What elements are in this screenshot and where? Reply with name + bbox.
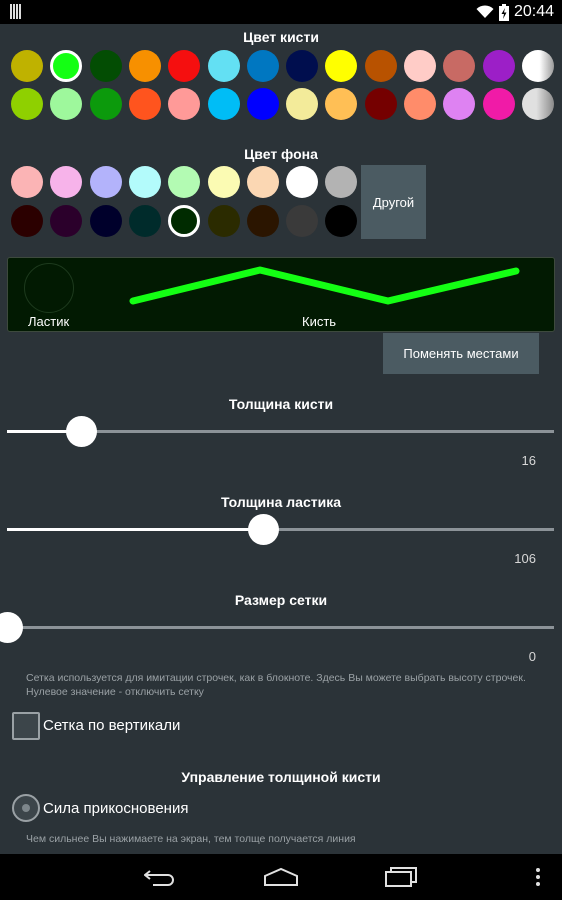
- back-button[interactable]: [131, 860, 191, 894]
- brush-color-swatch[interactable]: [207, 88, 240, 120]
- background-color-swatch[interactable]: [168, 205, 201, 237]
- home-button[interactable]: [251, 860, 311, 894]
- background-color-swatch[interactable]: [89, 166, 122, 198]
- brush-color-swatch[interactable]: [325, 50, 358, 82]
- brush-color-swatch[interactable]: [286, 50, 319, 82]
- battery-charging-icon: [498, 3, 509, 21]
- brush-color-swatch[interactable]: [11, 88, 43, 120]
- navigation-bar: [0, 854, 562, 900]
- brush-color-swatch[interactable]: [364, 50, 397, 82]
- brush-color-swatch[interactable]: [89, 50, 122, 82]
- vertical-grid-checkbox[interactable]: [12, 712, 40, 740]
- brush-color-swatch[interactable]: [521, 88, 554, 120]
- brush-color-title: Цвет кисти: [243, 29, 319, 45]
- background-color-swatch[interactable]: [325, 166, 358, 198]
- grid-size-hint: Сетка используется для имитации строчек,…: [26, 672, 526, 698]
- background-color-swatch[interactable]: [207, 166, 240, 198]
- vertical-grid-label[interactable]: Сетка по вертикали: [43, 717, 180, 734]
- swap-button[interactable]: Поменять местами: [383, 333, 539, 374]
- brush-color-swatch[interactable]: [443, 88, 476, 120]
- brush-preview: Ластик Кисть: [7, 257, 555, 332]
- background-color-swatch[interactable]: [128, 205, 161, 237]
- brush-thickness-title: Толщина кисти: [228, 396, 334, 412]
- background-color-swatch[interactable]: [246, 205, 279, 237]
- background-color-swatch[interactable]: [128, 166, 161, 198]
- brush-color-swatch[interactable]: [364, 88, 397, 120]
- menu-button[interactable]: [508, 860, 562, 894]
- brush-color-swatch[interactable]: [89, 88, 122, 120]
- brush-color-swatch[interactable]: [286, 88, 319, 120]
- brush-control-title: Управление толщиной кисти: [181, 769, 381, 785]
- grid-size-value: 0: [528, 649, 536, 664]
- grid-size-thumb[interactable]: [0, 612, 23, 643]
- brush-color-swatch[interactable]: [482, 88, 515, 120]
- background-color-swatch[interactable]: [11, 166, 43, 198]
- eraser-thickness-title: Толщина ластика: [220, 494, 342, 510]
- recent-apps-icon: [385, 867, 417, 887]
- menu-icon: [536, 868, 540, 886]
- brush-color-swatch[interactable]: [404, 88, 436, 120]
- eraser-thickness-fill: [7, 528, 263, 531]
- back-icon: [144, 870, 174, 886]
- brush-thickness-value: 16: [521, 453, 536, 468]
- pressure-label[interactable]: Сила прикосновения: [43, 800, 188, 817]
- background-color-title: Цвет фона: [244, 146, 318, 162]
- brush-color-swatch[interactable]: [50, 50, 83, 82]
- pressure-radio[interactable]: [12, 794, 40, 822]
- wifi-icon: [476, 5, 494, 18]
- background-color-swatch[interactable]: [168, 166, 201, 198]
- eraser-thickness-thumb[interactable]: [247, 514, 279, 545]
- brush-color-swatch[interactable]: [404, 50, 436, 82]
- background-color-swatch[interactable]: [89, 205, 122, 237]
- brush-label: Кисть: [302, 314, 337, 329]
- brush-color-swatch[interactable]: [11, 50, 43, 82]
- brush-preview-line: [129, 266, 520, 305]
- brush-color-swatch[interactable]: [168, 88, 201, 120]
- recent-apps-button[interactable]: [371, 860, 431, 894]
- background-color-swatch[interactable]: [11, 205, 43, 237]
- status-bar: 20:44: [0, 0, 562, 24]
- background-color-swatch[interactable]: [50, 205, 83, 237]
- brush-color-swatch[interactable]: [128, 88, 161, 120]
- status-time: 20:44: [513, 3, 554, 20]
- settings-content[interactable]: Цвет кисти Цвет фона Другой Ластик Кисть…: [0, 24, 562, 854]
- status-icons: 20:44: [476, 0, 554, 24]
- eraser-label: Ластик: [28, 314, 70, 329]
- background-color-swatch[interactable]: [286, 166, 319, 198]
- brush-color-swatch[interactable]: [128, 50, 161, 82]
- eraser-thickness-slider[interactable]: [7, 514, 554, 545]
- notification-icon: [10, 4, 22, 19]
- background-color-swatch[interactable]: [286, 205, 319, 237]
- brush-color-swatch[interactable]: [246, 88, 279, 120]
- brush-color-swatch[interactable]: [207, 50, 240, 82]
- brush-color-swatch[interactable]: [482, 50, 515, 82]
- brush-color-swatch[interactable]: [50, 88, 83, 120]
- brush-color-swatch[interactable]: [325, 88, 358, 120]
- brush-control-hint: Чем сильнее Вы нажимаете на экран, тем т…: [26, 833, 356, 845]
- eraser-thickness-value: 106: [514, 551, 536, 566]
- home-icon: [264, 867, 298, 886]
- brush-color-swatch[interactable]: [246, 50, 279, 82]
- background-color-swatch[interactable]: [246, 166, 279, 198]
- grid-size-slider[interactable]: [0, 612, 554, 643]
- brush-color-swatch[interactable]: [521, 50, 554, 82]
- background-color-swatch[interactable]: [325, 205, 358, 237]
- background-color-swatch[interactable]: [50, 166, 83, 198]
- brush-thickness-thumb[interactable]: [65, 416, 97, 447]
- brush-color-swatch[interactable]: [443, 50, 476, 82]
- radio-dot: [22, 804, 30, 812]
- background-color-swatch[interactable]: [207, 205, 240, 237]
- grid-size-title: Размер сетки: [234, 592, 328, 608]
- brush-color-swatch[interactable]: [168, 50, 201, 82]
- brush-thickness-slider[interactable]: [7, 416, 554, 447]
- other-color-button[interactable]: Другой: [361, 165, 426, 239]
